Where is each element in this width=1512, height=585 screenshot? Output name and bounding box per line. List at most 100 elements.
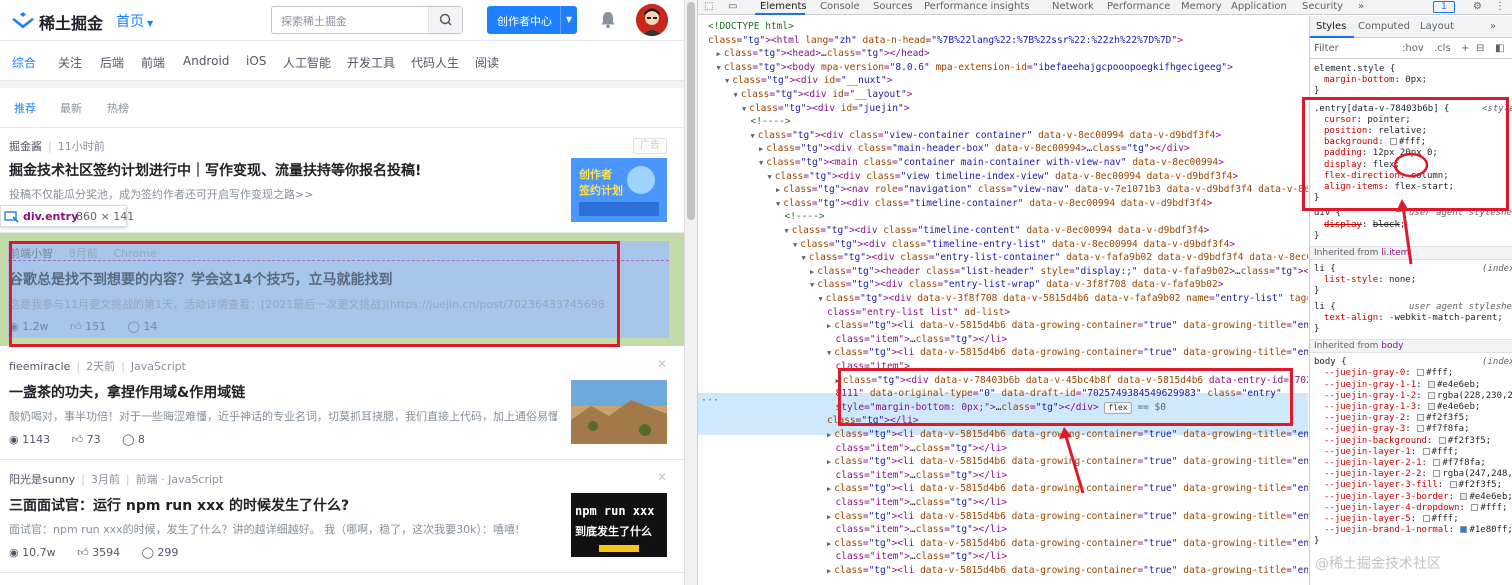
dom-node-line[interactable]: ▼ class="tg"><div data-v-3f8f708 data-v-5…	[819, 292, 1309, 307]
devtools-tab[interactable]: Performance	[1107, 1, 1170, 12]
entry-author[interactable]: 掘金酱	[9, 140, 42, 153]
dom-node-line[interactable]: ▶ class="tg"><nav role="navigation" class…	[776, 183, 1308, 198]
dom-node-line[interactable]: class="item">…class="tg"></li>	[836, 496, 1008, 510]
style-line[interactable]: }	[1314, 286, 1319, 297]
dom-node-line[interactable]: class="item">…class="tg"></li>	[836, 523, 1008, 537]
close-icon[interactable]: ✕	[657, 357, 667, 371]
entry-thumbnail[interactable]	[571, 380, 667, 444]
juejin-logo[interactable]: 稀土掘金	[12, 9, 103, 33]
style-line[interactable]: --juejin-gray-3: #f7f8fa;	[1324, 424, 1469, 435]
style-line[interactable]: --juejin-gray-0: #fff;	[1324, 368, 1453, 379]
dom-node-line[interactable]: class="tg"><html lang="zh" data-n-head="…	[708, 34, 1183, 48]
scrollbar-thumb[interactable]	[687, 2, 695, 220]
style-line[interactable]: li {user agent stylesheet	[1314, 302, 1512, 313]
dom-node-line[interactable]: class="item">…class="tg"></li>	[836, 333, 1008, 347]
more-tabs-icon[interactable]: »	[1358, 1, 1364, 12]
entry-title[interactable]: 掘金技术社区签约计划进行中｜写作变现、流量扶持等你报名投稿!	[9, 160, 421, 180]
category-item[interactable]: 开发工具	[347, 54, 395, 71]
computed-sidebar-icon[interactable]: ⊟	[1476, 43, 1484, 54]
dom-node-line[interactable]: ▼ class="tg"><div id="__layout">	[734, 88, 913, 103]
more-tabs-icon[interactable]: »	[1490, 21, 1496, 32]
new-rule-button[interactable]: +	[1461, 43, 1469, 54]
category-item[interactable]: 后端	[100, 54, 124, 71]
style-line[interactable]: --juejin-brand-1-normal: #1e80ff;	[1324, 525, 1512, 536]
entry-author[interactable]: 阳光是sunny	[9, 473, 75, 486]
devtools-tab[interactable]: Sources	[873, 1, 913, 12]
dom-node-line[interactable]: <!---->	[751, 115, 791, 129]
gear-icon[interactable]: ⚙	[1473, 1, 1482, 12]
entry-tag[interactable]: 前端 · JavaScript	[136, 473, 224, 486]
comment-icon[interactable]: ◯	[122, 433, 134, 446]
dom-node-line[interactable]: ▶ class="tg"><head>…class="tg"></head>	[717, 47, 930, 62]
category-item[interactable]: 人工智能	[283, 54, 331, 71]
kebab-menu-icon[interactable]: ⋮	[1495, 1, 1505, 12]
node-actions-icon[interactable]: ···	[701, 394, 719, 408]
category-item[interactable]: Android	[183, 54, 229, 68]
styles-filter[interactable]: Filter :hov .cls + ⊟ ◧	[1310, 39, 1512, 59]
style-line[interactable]: --juejin-background: #f2f3f5;	[1324, 436, 1491, 447]
tab-latest[interactable]: 最新	[60, 100, 82, 116]
hover-state-button[interactable]: :hov	[1402, 43, 1424, 54]
dom-node-line[interactable]: ▼ class="tg"><li data-v-5815d4b6 data-gro…	[827, 346, 1308, 361]
styles-tab[interactable]: Computed	[1358, 21, 1410, 32]
sidebar-toggle-icon[interactable]: ◧	[1495, 43, 1504, 54]
search-button[interactable]	[428, 7, 462, 33]
thumbs-up-icon[interactable]: 👍︎	[72, 433, 84, 446]
style-line[interactable]: }	[1314, 536, 1319, 547]
search-input[interactable]: 探索稀土掘金	[271, 6, 463, 34]
notification-bell-icon[interactable]	[598, 10, 618, 30]
style-line[interactable]: --juejin-layer-3-border: #e4e6eb;	[1324, 492, 1512, 503]
issues-badge[interactable]: 1	[1433, 1, 1455, 13]
style-line[interactable]: text-align: -webkit-match-parent;	[1324, 313, 1503, 324]
style-line[interactable]: }	[1314, 231, 1319, 242]
devtools-tab[interactable]: Network	[1052, 1, 1094, 12]
entry-author[interactable]: fieemiracle	[9, 360, 70, 373]
category-item[interactable]: 代码人生	[411, 54, 459, 71]
style-line[interactable]: --juejin-gray-2: #f2f3f5;	[1324, 413, 1469, 424]
entry-tag[interactable]: JavaScript	[131, 360, 186, 373]
devtools-tab[interactable]: Memory	[1181, 1, 1222, 12]
category-item[interactable]: 阅读	[475, 54, 499, 71]
style-line[interactable]: --juejin-layer-2-2: rgba(247,248,250,0.7…	[1324, 469, 1512, 480]
devtools-tab[interactable]: Elements	[760, 1, 807, 12]
category-item[interactable]: 前端	[141, 54, 165, 71]
entry-thumbnail[interactable]: 创作者 签约计划	[571, 158, 667, 222]
devtools-tab[interactable]: Performance insights	[924, 1, 1029, 12]
dom-node-line[interactable]: ▼ class="tg"><div class="entry-list-conta…	[802, 251, 1309, 266]
tab-recommend[interactable]: 推荐	[14, 100, 36, 116]
category-item[interactable]: 综合	[12, 54, 36, 71]
dom-node-line[interactable]: <!DOCTYPE html>	[708, 20, 794, 34]
style-line[interactable]: --juejin-gray-1-2: rgba(228,230,235,0.5)…	[1324, 391, 1512, 402]
style-line[interactable]: --juejin-layer-2-1: #f7f8fa;	[1324, 458, 1486, 469]
devtools-tab[interactable]: Application	[1231, 1, 1287, 12]
dom-node-line[interactable]: ▼ class="tg"><div class="timeline-entry-l…	[793, 238, 1235, 253]
dom-node-line[interactable]: ▶ class="tg"><header class="list-header" …	[810, 265, 1308, 280]
style-line[interactable]: margin-bottom: 0px;	[1324, 75, 1427, 86]
dom-node-line[interactable]: ▼ class="tg"><div class="timeline-content…	[785, 224, 1210, 239]
page-scrollbar[interactable]	[684, 0, 697, 585]
dom-node-line[interactable]: ▶class="tg"><li data-v-5815d4b6 data-gro…	[827, 510, 1308, 525]
style-line[interactable]: list-style: none;	[1324, 275, 1416, 286]
style-line[interactable]: --juejin-layer-1: #fff;	[1324, 447, 1459, 458]
creator-center-button[interactable]: 创作者中心 ▼	[487, 6, 577, 34]
style-line[interactable]: --juejin-layer-3-fill: #f2f3f5;	[1324, 480, 1502, 491]
dom-node-line[interactable]: class="item">…class="tg"></li>	[836, 442, 1008, 456]
dom-node-line[interactable]: ▼ class="tg"><div class="view timeline-in…	[768, 170, 1239, 185]
dom-node-line[interactable]: ▶class="tg"><li data-v-5815d4b6 data-gro…	[827, 537, 1308, 552]
dom-node-line[interactable]: class="item">…class="tg"></li>	[836, 469, 1008, 483]
entry-title[interactable]: 三面面试官：运行 npm run xxx 的时候发生了什么?	[9, 495, 349, 515]
entry-thumbnail[interactable]: npm run xxx 到底发生了什么	[571, 493, 667, 557]
nav-home-dropdown[interactable]: 首页 ▼	[116, 11, 153, 31]
dom-node-line[interactable]: class="entry-list list" ad-list>	[827, 306, 1010, 320]
dom-node-line[interactable]: ▼ class="tg"><div id="__nuxt">	[725, 74, 892, 89]
style-line[interactable]: --juejin-gray-1-1: #e4e6eb;	[1324, 380, 1480, 391]
tab-hot[interactable]: 热榜	[107, 100, 129, 116]
style-line[interactable]: --juejin-layer-4-dropdown: #fff;	[1324, 503, 1507, 514]
devtools-tab[interactable]: Console	[820, 1, 860, 12]
style-line[interactable]: --juejin-gray-1-3: #e4e6eb;	[1324, 402, 1480, 413]
style-line[interactable]: }	[1314, 324, 1319, 335]
feed-entry[interactable]: 阳光是sunny | 3月前 | 前端 · JavaScript ✕ 三面面试官：运行 …	[0, 460, 684, 573]
style-line[interactable]: li {(index)	[1314, 264, 1512, 275]
style-line[interactable]: body {(index)	[1314, 357, 1512, 368]
dom-node-line[interactable]: ▼ class="tg"><div class="view-container c…	[751, 129, 1222, 144]
